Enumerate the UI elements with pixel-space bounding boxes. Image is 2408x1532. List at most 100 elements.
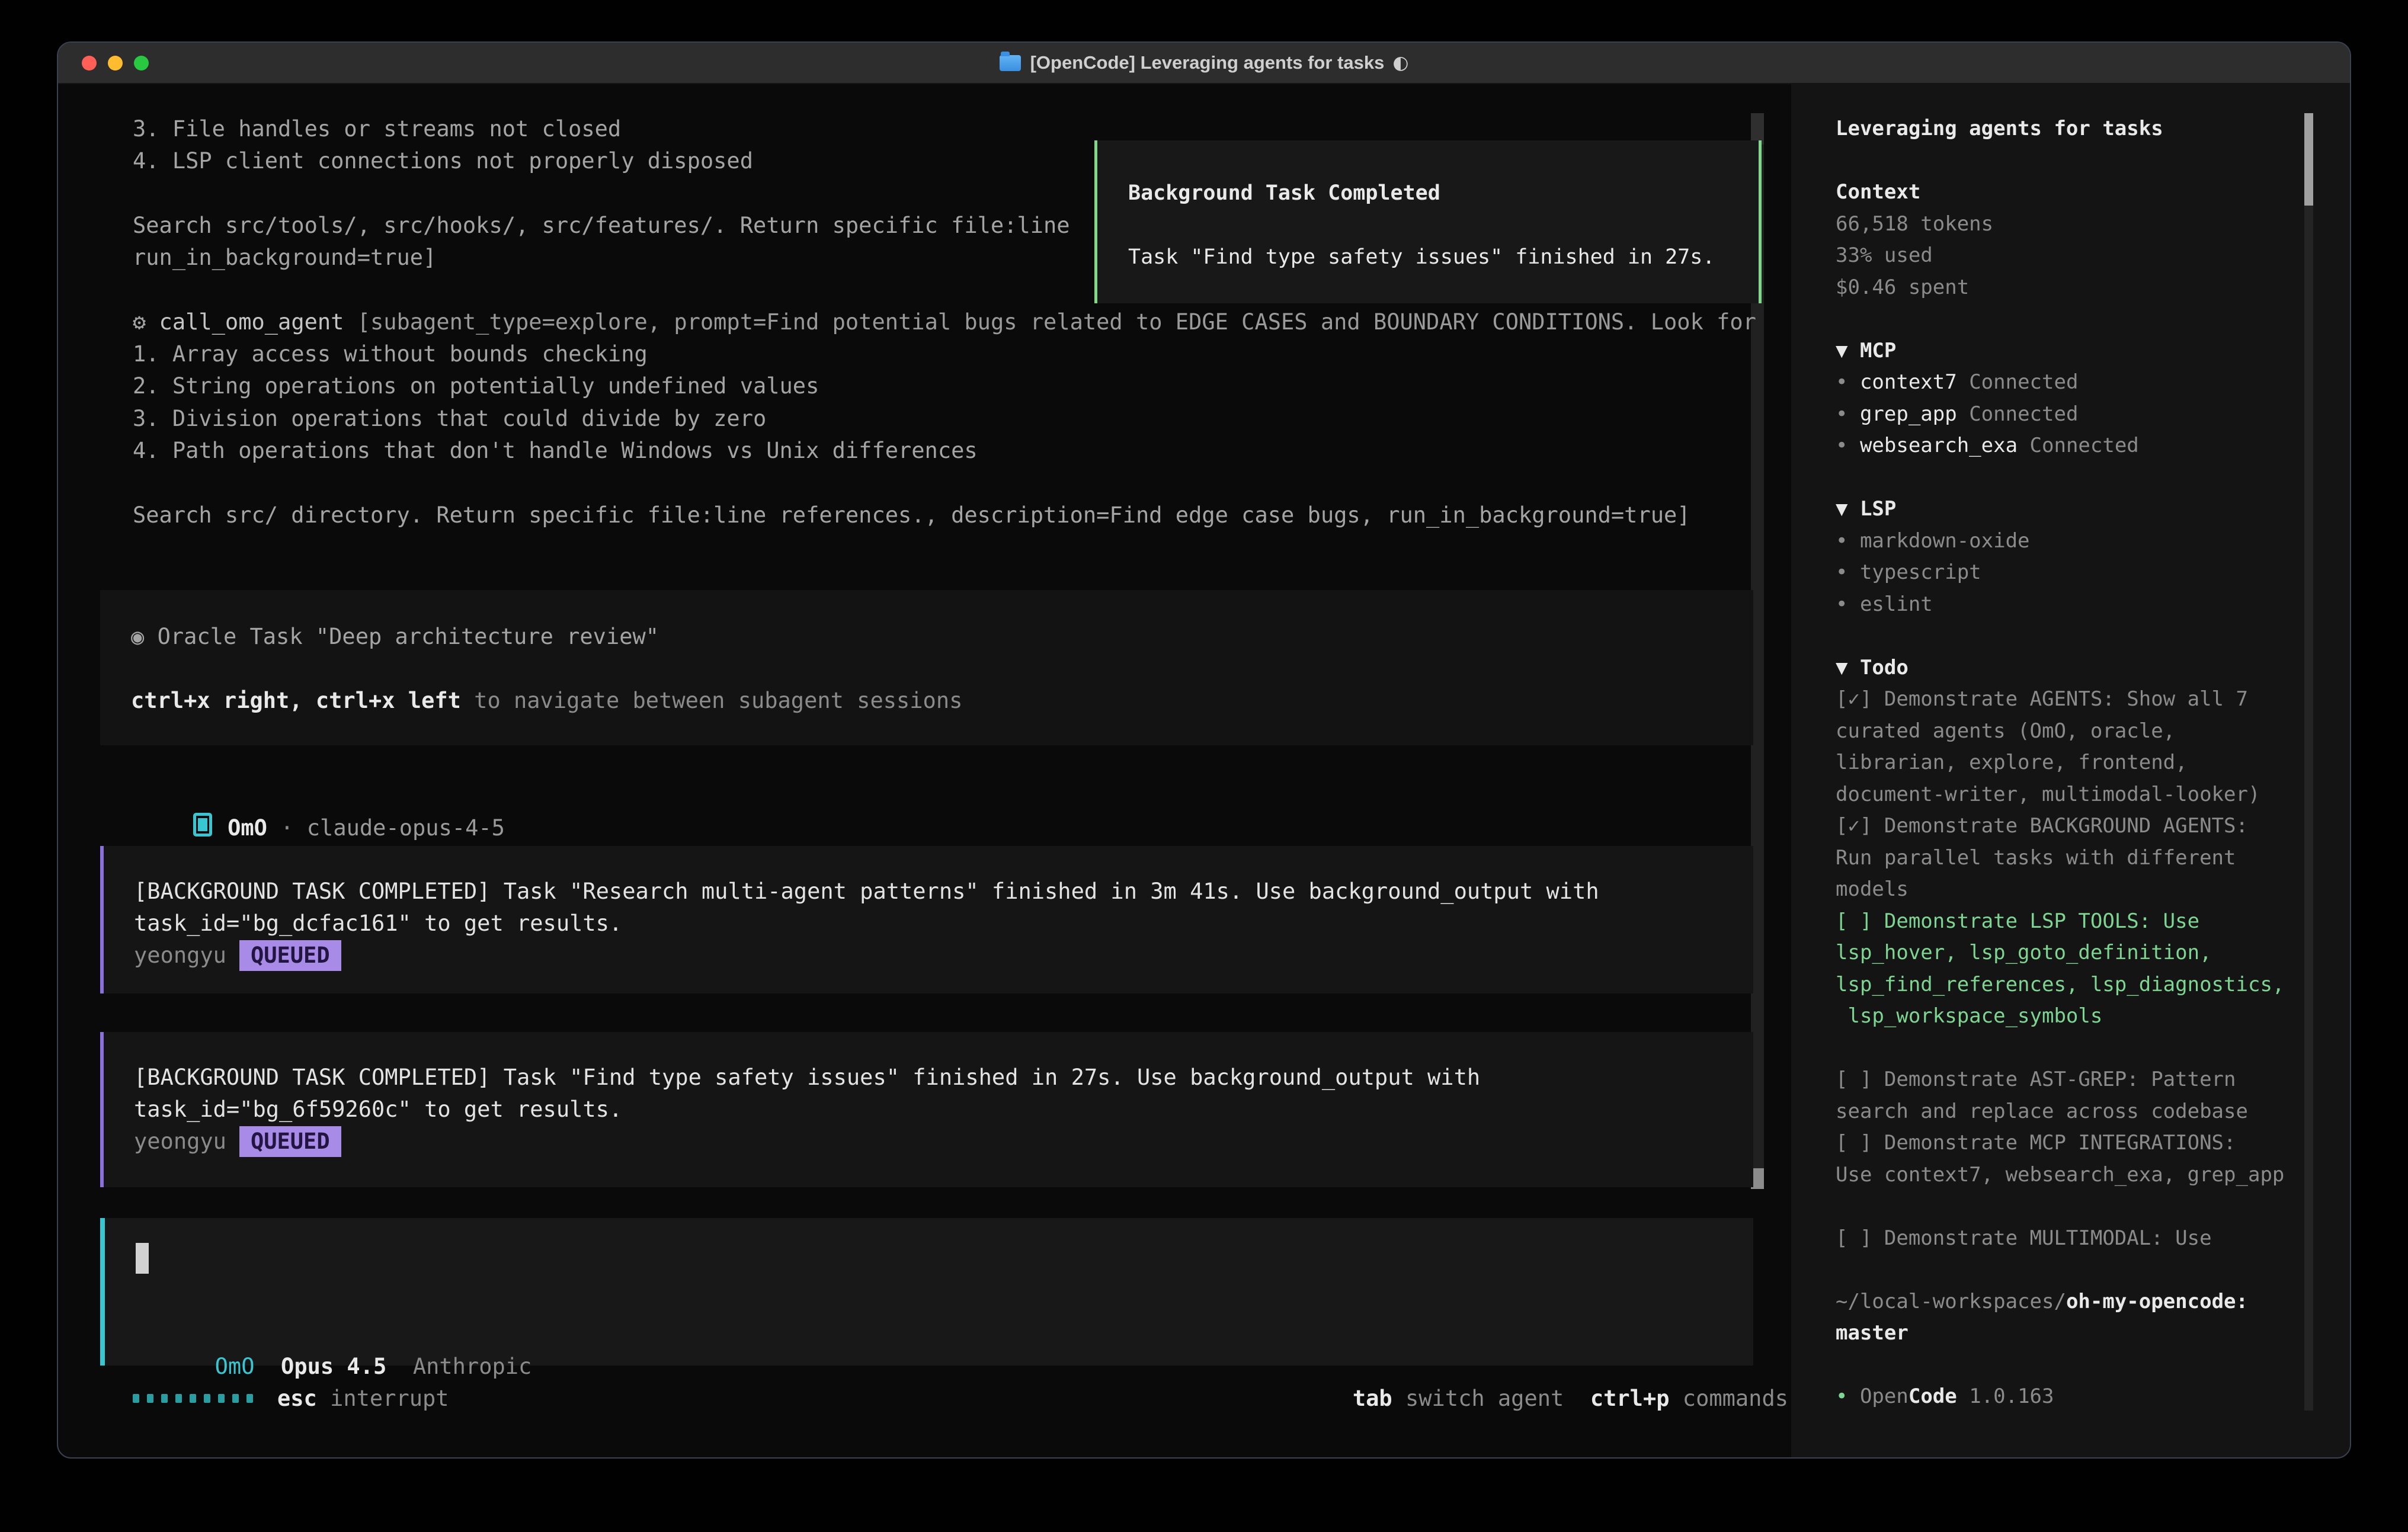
mcp-item: • context7 Connected xyxy=(1836,367,2304,399)
tool-call-line: ⚙ call_omo_agent [subagent_type=explore,… xyxy=(133,306,1756,338)
lsp-name: markdown-oxide xyxy=(1860,529,2030,553)
mcp-name: websearch_exa xyxy=(1860,434,2018,457)
bullet-icon: • xyxy=(1836,592,1860,616)
spinner-dots-icon xyxy=(133,1394,261,1403)
todo-line-done: librarian, explore, frontend, xyxy=(1836,747,2304,779)
todo-line-done: curated agents (OmO, oracle, xyxy=(1836,716,2304,748)
agent-icon xyxy=(193,813,212,836)
sidebar-scrollbar-thumb[interactable] xyxy=(2304,113,2313,206)
tool-args: [subagent_type=explore, prompt=Find pote… xyxy=(357,309,1756,335)
spacer-line xyxy=(1836,1350,2304,1382)
mcp-name: grep_app xyxy=(1860,402,1957,426)
bullet-icon: • xyxy=(1836,370,1860,394)
context-tokens: 66,518 tokens xyxy=(1836,209,2304,241)
notification-body: Task "Find type safety issues" finished … xyxy=(1128,241,1735,273)
version-row: • OpenCode 1.0.163 xyxy=(1836,1381,2304,1413)
input-agent-name: OmO xyxy=(215,1354,255,1379)
activity-indicator-icon: ◐ xyxy=(1392,52,1408,73)
tool-name: call_omo_agent xyxy=(146,309,357,335)
terminal-window: [OpenCode] Leveraging agents for tasks ◐… xyxy=(57,41,2351,1459)
input-model-name: Opus 4.5 xyxy=(281,1354,386,1379)
mcp-status: Connected xyxy=(1957,370,2079,394)
status-badge: QUEUED xyxy=(239,940,341,971)
todo-line-pending: Use context7, websearch_exa, grep_app xyxy=(1836,1159,2304,1191)
mcp-status: Connected xyxy=(1957,402,2079,426)
todo-line-active: lsp_hover, lsp_goto_definition, xyxy=(1836,937,2304,969)
agent-name: OmO xyxy=(228,815,267,841)
log-line: 2. String operations on potentially unde… xyxy=(133,370,1756,402)
sidebar-scrollbar-track[interactable] xyxy=(2304,113,2313,1411)
lsp-name: typescript xyxy=(1860,560,1981,584)
status-bar: esc interrupt tab switch agent ctrl+p co… xyxy=(133,1382,1788,1414)
notification-title: Background Task Completed xyxy=(1128,177,1735,209)
version-name-dim: Open xyxy=(1860,1384,1909,1408)
log-line: 1. Array access without bounds checking xyxy=(133,338,1756,370)
titlebar[interactable]: [OpenCode] Leveraging agents for tasks ◐ xyxy=(58,43,2350,84)
task-line: [BACKGROUND TASK COMPLETED] Task "Resear… xyxy=(134,876,1753,908)
key-esc: esc xyxy=(277,1386,317,1411)
task-line: task_id="bg_dcfac161" to get results. xyxy=(134,908,1753,940)
hint-text: to navigate between subagent sessions xyxy=(461,688,962,713)
gap xyxy=(254,1354,281,1379)
bullet-icon: • xyxy=(1836,529,1860,553)
todo-line-done: [✓] Demonstrate BACKGROUND AGENTS: xyxy=(1836,810,2304,842)
spacer-line xyxy=(1836,620,2304,652)
todo-line-active: [ ] Demonstrate LSP TOOLS: Use xyxy=(1836,906,2304,938)
mcp-status: Connected xyxy=(2018,434,2139,457)
task-line: task_id="bg_6f59260c" to get results. xyxy=(134,1094,1753,1126)
mcp-item: • websearch_exa Connected xyxy=(1836,430,2304,462)
status-badge: QUEUED xyxy=(239,1126,341,1157)
spacer-line xyxy=(1836,1033,2304,1065)
task-meta-row: yeongyuQUEUED xyxy=(134,940,1753,972)
log-line: Search src/ directory. Return specific f… xyxy=(133,499,1756,531)
todo-line-pending: [ ] Demonstrate MULTIMODAL: Use xyxy=(1836,1223,2304,1255)
minimize-button[interactable] xyxy=(108,56,123,70)
close-button[interactable] xyxy=(82,56,97,70)
lsp-item: • typescript xyxy=(1836,557,2304,589)
status-left: esc interrupt xyxy=(133,1386,449,1411)
spacer-line xyxy=(1836,145,2304,177)
oracle-task-panel: ◉ Oracle Task "Deep architecture review"… xyxy=(100,590,1753,745)
window-title: [OpenCode] Leveraging agents for tasks ◐ xyxy=(1000,52,1409,73)
spacer-line xyxy=(1836,1254,2304,1286)
context-spent: $0.46 spent xyxy=(1836,272,2304,304)
sidebar-content: Leveraging agents for tasks Context 66,5… xyxy=(1836,113,2304,1413)
todo-line-done: Run parallel tasks with different xyxy=(1836,842,2304,874)
bullet-icon: • xyxy=(1836,434,1860,457)
agent-header: OmO · claude-opus-4-5 xyxy=(140,780,505,812)
log-line: 3. Division operations that could divide… xyxy=(133,403,1756,435)
hint-keys: ctrl+x right, ctrl+x left xyxy=(131,688,461,713)
spacer-line xyxy=(1128,209,1735,241)
fisheye-icon: ◉ xyxy=(131,624,158,649)
prompt-input[interactable]: OmO Opus 4.5 Anthropic xyxy=(100,1218,1753,1366)
oracle-hint: ctrl+x right, ctrl+x left to navigate be… xyxy=(131,685,1753,717)
folder-icon xyxy=(1000,55,1021,71)
ctrlp-label: commands xyxy=(1670,1386,1788,1411)
bullet-icon: • xyxy=(1836,1384,1860,1408)
sidebar-panel: Leveraging agents for tasks Context 66,5… xyxy=(1791,83,2350,1457)
session-title: Leveraging agents for tasks xyxy=(1836,113,2304,145)
version-name-bold: Code xyxy=(1909,1384,1957,1408)
input-model-row: OmO Opus 4.5 Anthropic xyxy=(136,1319,531,1351)
lsp-section-header[interactable]: ▼ LSP xyxy=(1836,493,2304,525)
gap xyxy=(386,1354,413,1379)
log-line: 4. Path operations that don't handle Win… xyxy=(133,435,1756,467)
background-task-message: [BACKGROUND TASK COMPLETED] Task "Find t… xyxy=(100,1032,1753,1187)
task-user: yeongyu xyxy=(134,1129,226,1154)
todo-line-pending: search and replace across codebase xyxy=(1836,1096,2304,1128)
mcp-section-header[interactable]: ▼ MCP xyxy=(1836,335,2304,367)
todo-section-header[interactable]: ▼ Todo xyxy=(1836,652,2304,684)
oracle-title: ◉ Oracle Task "Deep architecture review" xyxy=(131,621,1753,653)
bullet-icon: • xyxy=(1836,402,1860,426)
zoom-button[interactable] xyxy=(134,56,149,70)
path-project: oh-my-opencode: xyxy=(2066,1290,2248,1313)
mcp-name: context7 xyxy=(1860,370,1957,394)
spacer-line xyxy=(1836,1191,2304,1223)
spacer-line xyxy=(1836,303,2304,335)
bullet-icon: • xyxy=(1836,560,1860,584)
notification-toast[interactable]: Background Task Completed Task "Find typ… xyxy=(1094,140,1762,303)
todo-line-pending: [ ] Demonstrate AST-GREP: Pattern xyxy=(1836,1064,2304,1096)
todo-line-pending: [ ] Demonstrate MCP INTEGRATIONS: xyxy=(1836,1127,2304,1159)
traffic-lights xyxy=(82,56,149,70)
task-meta-row: yeongyu QUEUED xyxy=(134,1126,1753,1158)
